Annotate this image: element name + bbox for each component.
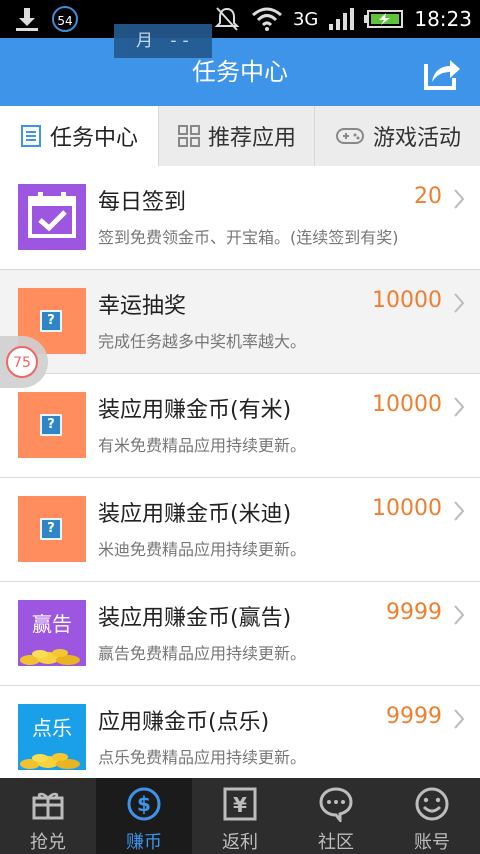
chevron-right-icon xyxy=(454,397,465,417)
svg-text:$: $ xyxy=(137,792,151,816)
chevron-right-icon xyxy=(454,501,465,521)
task-row-yinggao[interactable]: 赢告 装应用赚金币(赢告) 赢告免费精品应用持续更新。 9999 xyxy=(0,582,480,686)
placeholder-image-icon: ? xyxy=(18,392,86,458)
download-icon xyxy=(16,8,38,31)
task-reward: 10000 xyxy=(372,288,442,313)
tab-game-events[interactable]: 游戏活动 xyxy=(314,106,480,166)
task-description: 签到免费领金币、开宝箱。(连续签到有奖) xyxy=(98,228,399,247)
gold-coins-icon xyxy=(20,649,80,665)
dianle-logo-icon: 点乐 xyxy=(18,704,86,770)
network-type: 3G xyxy=(292,8,319,30)
floating-speed-badge[interactable]: 75 xyxy=(0,336,48,388)
logo-text: 赢告 xyxy=(32,612,72,636)
page-title: 任务中心 xyxy=(192,58,288,86)
task-name: 装应用赚金币(有米) xyxy=(98,398,292,423)
task-name: 幸运抽奖 xyxy=(98,294,187,319)
dollar-coin-icon: $ xyxy=(127,787,161,821)
chevron-right-icon xyxy=(454,709,465,729)
chevron-right-icon xyxy=(454,189,465,209)
chevron-right-icon xyxy=(454,605,465,625)
task-name: 装应用赚金币(米迪) xyxy=(98,502,292,527)
tab-label: 推荐应用 xyxy=(207,126,296,151)
nav-earn-coins[interactable]: $ 赚币 xyxy=(96,778,192,854)
task-description: 完成任务越多中奖机率越大。 xyxy=(98,332,307,351)
month-overlay: 月 -- xyxy=(114,24,212,58)
tab-bar: 任务中心 推荐应用 游戏活动 xyxy=(0,106,480,167)
task-name: 每日签到 xyxy=(98,190,187,215)
task-name: 装应用赚金币(赢告) xyxy=(98,606,292,631)
tab-recommended-apps[interactable]: 推荐应用 xyxy=(158,106,315,166)
grid-icon xyxy=(177,125,200,147)
task-reward: 9999 xyxy=(386,600,442,625)
tab-label: 游戏活动 xyxy=(372,126,461,151)
nav-rebate[interactable]: ¥ 返利 xyxy=(192,778,288,854)
task-row-daily-checkin[interactable]: 每日签到 签到免费领金币、开宝箱。(连续签到有奖) 20 xyxy=(0,166,480,270)
nav-community[interactable]: 社区 xyxy=(288,778,384,854)
gift-icon xyxy=(32,792,64,820)
task-description: 有米免费精品应用持续更新。 xyxy=(98,436,307,455)
task-reward: 10000 xyxy=(372,496,442,521)
task-name: 应用赚金币(点乐) xyxy=(98,710,270,735)
task-description: 赢告免费精品应用持续更新。 xyxy=(98,644,307,663)
status-right: 3G 18:23 xyxy=(213,0,472,38)
chat-bubble-icon xyxy=(319,787,353,822)
tab-task-center[interactable]: 任务中心 xyxy=(0,106,158,166)
battery-charging-icon xyxy=(364,10,404,28)
signal-icon xyxy=(329,8,355,30)
floating-badge-value: 75 xyxy=(13,355,31,371)
nav-label: 抢兑 xyxy=(30,832,66,853)
calendar-check-icon xyxy=(18,184,86,250)
nav-label: 赚币 xyxy=(126,832,162,853)
nav-label: 账号 xyxy=(414,832,450,853)
logo-text: 点乐 xyxy=(32,716,72,740)
clock: 18:23 xyxy=(414,7,472,31)
tab-label: 任务中心 xyxy=(49,126,138,151)
nav-redeem[interactable]: 抢兑 xyxy=(0,778,96,854)
nav-label: 返利 xyxy=(222,832,258,853)
gold-coins-icon xyxy=(20,753,80,769)
wifi-icon xyxy=(251,7,282,31)
nav-label: 社区 xyxy=(318,832,354,853)
bell-muted-icon xyxy=(214,7,240,31)
task-description: 米迪免费精品应用持续更新。 xyxy=(98,540,307,559)
task-row-youmi[interactable]: ? 装应用赚金币(有米) 有米免费精品应用持续更新。 10000 xyxy=(0,374,480,478)
yen-icon: ¥ xyxy=(223,787,257,821)
list-icon xyxy=(20,125,41,147)
gamepad-icon xyxy=(335,128,364,144)
chevron-right-icon xyxy=(454,293,465,313)
bottom-navigation: 抢兑 $ 赚币 ¥ 返利 社区 账号 xyxy=(0,778,480,854)
svg-text:¥: ¥ xyxy=(233,793,247,817)
app-header: 任务中心 xyxy=(0,38,480,106)
task-reward: 10000 xyxy=(372,392,442,417)
smiley-icon xyxy=(415,787,449,821)
yinggao-logo-icon: 赢告 xyxy=(18,600,86,666)
notification-badge: 54 xyxy=(52,6,78,32)
status-bar: 54 3G 18:23 xyxy=(0,0,480,38)
share-icon[interactable] xyxy=(422,52,464,92)
placeholder-image-icon: ? xyxy=(18,496,86,562)
task-description: 点乐免费精品应用持续更新。 xyxy=(98,748,307,767)
task-row-midi[interactable]: ? 装应用赚金币(米迪) 米迪免费精品应用持续更新。 10000 xyxy=(0,478,480,582)
task-list: 每日签到 签到免费领金币、开宝箱。(连续签到有奖) 20 ? 幸运抽奖 完成任务… xyxy=(0,166,480,790)
task-reward: 20 xyxy=(414,184,442,209)
task-row-lucky-draw[interactable]: ? 幸运抽奖 完成任务越多中奖机率越大。 10000 xyxy=(0,270,480,374)
task-row-dianle[interactable]: 点乐 应用赚金币(点乐) 点乐免费精品应用持续更新。 9999 xyxy=(0,686,480,790)
nav-account[interactable]: 账号 xyxy=(384,778,480,854)
task-reward: 9999 xyxy=(386,704,442,729)
